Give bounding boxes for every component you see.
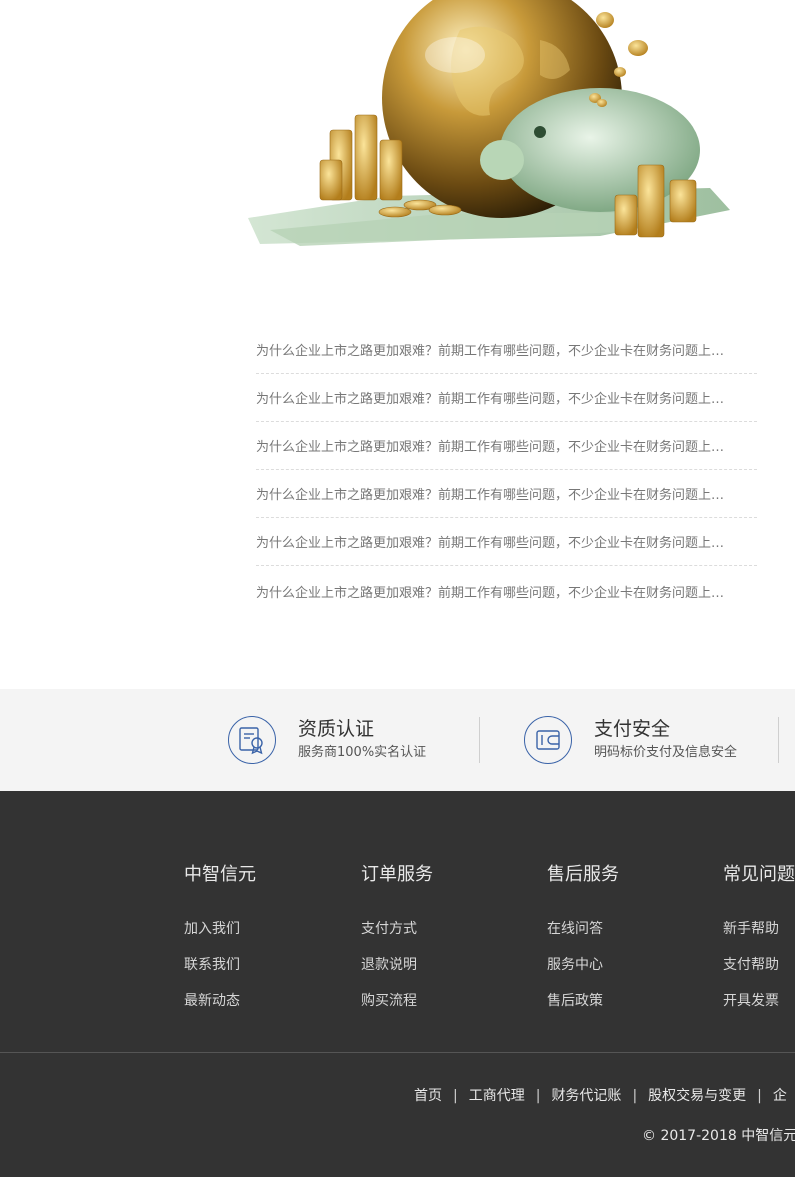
footer-nav-home[interactable]: 首页 [414,1088,442,1104]
list-item[interactable]: 为什么企业上市之路更加艰难？前期工作有哪些问题，不少企业卡在财务问题上… [256,374,757,422]
news-title[interactable]: 为什么企业上市之路更加艰难？前期工作有哪些问题，不少企业卡在财务问题上… [256,484,757,503]
footer-column-title: 常见问题 [723,864,795,885]
wallet-icon [524,716,572,764]
footer-link[interactable]: 退款说明 [361,947,433,983]
footer-nav-business-agency[interactable]: 工商代理 [469,1088,525,1104]
news-title[interactable]: 为什么企业上市之路更加艰难？前期工作有哪些问题，不少企业卡在财务问题上… [256,388,757,407]
feature-certification: 资质认证 服务商100%实名认证 [228,689,426,791]
feature-title: 支付安全 [594,718,671,740]
feature-payment-security: 支付安全 明码标价支付及信息安全 [524,689,737,791]
footer-column-company: 中智信元 加入我们 联系我们 最新动态 [184,861,256,1019]
list-item[interactable]: 为什么企业上市之路更加艰难？前期工作有哪些问题，不少企业卡在财务问题上… [256,566,757,616]
copyright-text: © 2017-2018 中智信元 [642,1128,795,1144]
footer-link[interactable]: 联系我们 [184,947,256,983]
nav-separator: | [535,1088,541,1104]
footer-column-title: 中智信元 [184,864,256,885]
footer-column-title: 订单服务 [361,864,433,885]
feature-divider [479,717,480,763]
news-title[interactable]: 为什么企业上市之路更加艰难？前期工作有哪些问题，不少企业卡在财务问题上… [256,532,757,551]
list-item[interactable]: 为什么企业上市之路更加艰难？前期工作有哪些问题，不少企业卡在财务问题上… [256,326,757,374]
hero-illustration [240,0,740,250]
footer-nav-bookkeeping[interactable]: 财务代记账 [551,1088,621,1104]
footer-divider [0,1052,795,1053]
site-footer: 中智信元 加入我们 联系我们 最新动态 订单服务 支付方式 退款说明 购买流程 … [0,791,795,1177]
feature-divider [778,717,779,763]
nav-separator: | [632,1088,638,1104]
footer-nav-enterprise[interactable]: 企 [773,1088,787,1104]
footer-link[interactable]: 服务中心 [547,947,619,983]
footer-link[interactable]: 开具发票 [723,983,795,1019]
footer-column-title: 售后服务 [547,864,619,885]
feature-description: 明码标价支付及信息安全 [594,745,738,760]
feature-title: 资质认证 [298,718,375,740]
features-band: 资质认证 服务商100%实名认证 支付安全 明码标价支付及信息安全 [0,689,795,791]
footer-column-aftersales: 售后服务 在线问答 服务中心 售后政策 [547,861,619,1019]
footer-column-orders: 订单服务 支付方式 退款说明 购买流程 [361,861,433,1019]
news-list: 为什么企业上市之路更加艰难？前期工作有哪些问题，不少企业卡在财务问题上… 为什么… [256,326,757,616]
news-title[interactable]: 为什么企业上市之路更加艰难？前期工作有哪些问题，不少企业卡在财务问题上… [256,582,757,601]
feature-description: 服务商100%实名认证 [298,745,427,760]
nav-separator: | [453,1088,458,1104]
nav-separator: | [757,1088,762,1104]
footer-link[interactable]: 加入我们 [184,911,256,947]
footer-nav-equity[interactable]: 股权交易与变更 [648,1088,746,1104]
footer-link[interactable]: 最新动态 [184,983,256,1019]
footer-link[interactable]: 支付方式 [361,911,433,947]
footer-bottom-nav: 首页 | 工商代理 | 财务代记账 | 股权交易与变更 | 企 [414,1085,787,1105]
list-item[interactable]: 为什么企业上市之路更加艰难？前期工作有哪些问题，不少企业卡在财务问题上… [256,422,757,470]
footer-link[interactable]: 支付帮助 [723,947,795,983]
footer-link[interactable]: 新手帮助 [723,911,795,947]
news-title[interactable]: 为什么企业上市之路更加艰难？前期工作有哪些问题，不少企业卡在财务问题上… [256,340,757,359]
footer-link[interactable]: 在线问答 [547,911,619,947]
news-title[interactable]: 为什么企业上市之路更加艰难？前期工作有哪些问题，不少企业卡在财务问题上… [256,436,757,455]
list-item[interactable]: 为什么企业上市之路更加艰难？前期工作有哪些问题，不少企业卡在财务问题上… [256,470,757,518]
certificate-icon [228,716,276,764]
footer-link[interactable]: 购买流程 [361,983,433,1019]
list-item[interactable]: 为什么企业上市之路更加艰难？前期工作有哪些问题，不少企业卡在财务问题上… [256,518,757,566]
globe-money-illustration [248,0,730,246]
footer-link[interactable]: 售后政策 [547,983,619,1019]
footer-column-faq: 常见问题 新手帮助 支付帮助 开具发票 [723,861,795,1019]
